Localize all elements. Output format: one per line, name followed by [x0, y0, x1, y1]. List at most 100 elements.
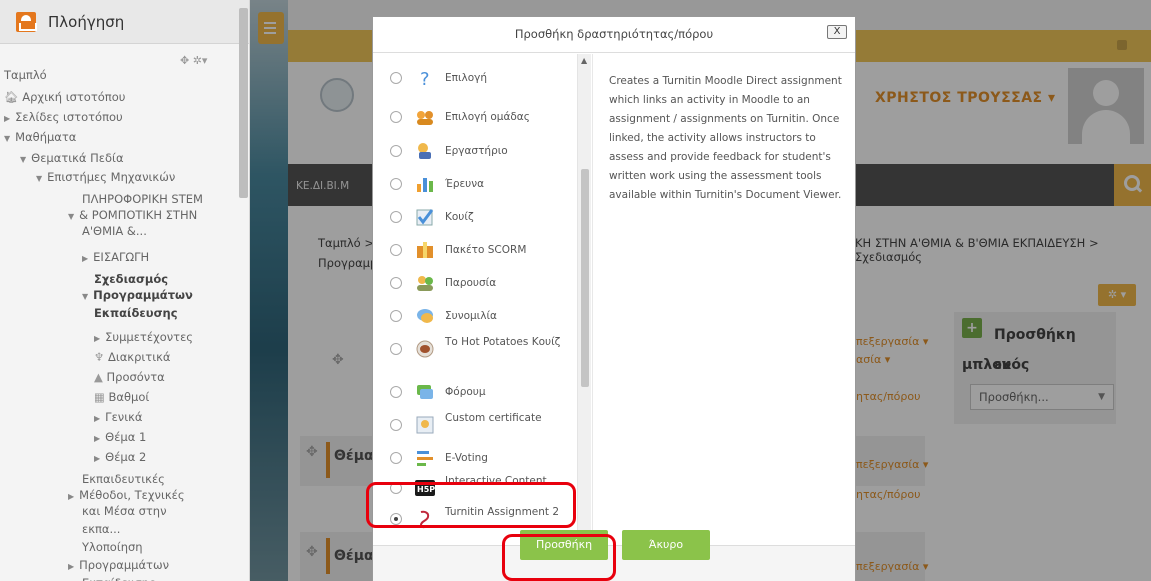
- chevron-down-icon[interactable]: ▼: [20, 155, 26, 164]
- nav-item-label: Συμμετέχοντες: [105, 330, 194, 344]
- chevron-right-icon[interactable]: ▶: [68, 492, 74, 501]
- certificate-icon: [415, 415, 435, 435]
- nav-item-label: & ΡΟΜΠΟΤΙΚΗ ΣΤΗΝ: [79, 208, 198, 222]
- activity-option[interactable]: ? Επιλογή: [373, 62, 577, 94]
- nav-item[interactable]: ΠΛΗΡΟΦΟΡΙΚΗ STEM: [82, 192, 203, 206]
- option-radio[interactable]: [390, 452, 402, 464]
- navigation-icon: [16, 11, 37, 32]
- nav-item[interactable]: ▶ Προγραμμάτων: [68, 558, 169, 574]
- nav-item[interactable]: εκπα...: [82, 522, 120, 536]
- activity-option[interactable]: Custom certificate: [373, 409, 577, 441]
- nav-item[interactable]: Υλοποίηση: [82, 540, 143, 554]
- nav-item[interactable]: ▶ ΕΙΣΑΓΩΓΗ: [82, 250, 149, 266]
- option-radio[interactable]: [390, 178, 402, 190]
- chevron-right-icon[interactable]: ▶: [68, 562, 74, 571]
- nav-item[interactable]: ▶ Συμμετέχοντες: [94, 330, 193, 346]
- option-radio[interactable]: [390, 343, 402, 355]
- scorm-icon: [415, 240, 435, 260]
- nav-glyph-icon: ♆: [94, 350, 108, 364]
- attendance-icon: [415, 273, 435, 293]
- option-radio[interactable]: [390, 386, 402, 398]
- nav-item[interactable]: ▶ Μέθοδοι, Τεχνικές: [68, 488, 185, 504]
- scrollbar-thumb[interactable]: [581, 169, 589, 387]
- nav-item-label: Αρχική ιστοτόπου: [22, 90, 126, 104]
- nav-item[interactable]: ▶ Θέμα 1: [94, 430, 146, 446]
- option-radio[interactable]: [390, 310, 402, 322]
- nav-item[interactable]: ▼ & ΡΟΜΠΟΤΙΚΗ ΣΤΗΝ: [68, 208, 197, 224]
- nav-item[interactable]: Α'ΘΜΙΑ &...: [82, 224, 147, 238]
- close-button[interactable]: X: [827, 25, 847, 39]
- drawer-title: Πλοήγηση: [48, 12, 125, 31]
- chevron-right-icon[interactable]: ▶: [4, 114, 10, 123]
- nav-item-label: Υλοποίηση: [82, 540, 143, 554]
- nav-item[interactable]: Εκπαίδευσης: [82, 576, 156, 581]
- nav-item[interactable]: 🏠︎ Αρχική ιστοτόπου: [4, 90, 125, 104]
- chevron-right-icon[interactable]: ▶: [94, 434, 100, 443]
- hotpot-icon: [415, 339, 435, 359]
- nav-item[interactable]: ▼ Επιστήμες Μηχανικών: [36, 170, 175, 186]
- chevron-right-icon[interactable]: ▶: [94, 414, 100, 423]
- activity-option[interactable]: Φόρουμ: [373, 376, 577, 408]
- nav-item-label: ΕΙΣΑΓΩΓΗ: [93, 250, 150, 264]
- chevron-down-icon[interactable]: ▼: [4, 134, 10, 143]
- chat-icon: [415, 306, 435, 326]
- nav-item[interactable]: Ταμπλό: [4, 68, 47, 82]
- nav-item-label: Διακριτικά: [107, 350, 171, 364]
- nav-item[interactable]: και Μέσα στην: [82, 504, 167, 518]
- scroll-up-icon[interactable]: ▲: [581, 56, 587, 65]
- nav-item[interactable]: Εκπαιδευτικές: [82, 472, 165, 486]
- activity-option[interactable]: Πακέτο SCORM: [373, 234, 577, 266]
- nav-item-label: και Μέσα στην: [82, 504, 167, 518]
- option-radio[interactable]: [390, 419, 402, 431]
- chevron-down-icon[interactable]: ▼: [36, 174, 42, 183]
- option-radio[interactable]: [390, 145, 402, 157]
- nav-item[interactable]: Σχεδιασμός: [94, 272, 168, 286]
- cancel-button[interactable]: Άκυρο: [622, 530, 710, 560]
- activity-option[interactable]: E-Voting: [373, 442, 577, 474]
- chevron-down-icon[interactable]: ▼: [82, 292, 88, 301]
- option-radio[interactable]: [390, 277, 402, 289]
- nav-item[interactable]: ▶ Γενικά: [94, 410, 142, 426]
- block-actions-icon[interactable]: ✥ ✲▾: [180, 54, 207, 67]
- chevron-down-icon[interactable]: ▼: [68, 212, 74, 221]
- activity-option[interactable]: Κουίζ: [373, 201, 577, 233]
- chevron-right-icon[interactable]: ▶: [82, 254, 88, 263]
- nav-item[interactable]: ♆ Διακριτικά: [94, 350, 170, 364]
- nav-item[interactable]: ▼ Θεματικά Πεδία: [20, 151, 124, 167]
- activity-option[interactable]: Συνομιλία: [373, 300, 577, 332]
- drawer-scrollbar[interactable]: [239, 8, 248, 198]
- activity-options-list: ? Επιλογή Επιλογή ομάδας Εργαστήριο Έρευνα Κο…: [373, 54, 591, 552]
- nav-glyph-icon: 🏠︎: [4, 90, 23, 104]
- nav-item-label: Εκπαίδευσης: [82, 576, 156, 581]
- nav-item[interactable]: ▲ Προσόντα: [94, 370, 165, 384]
- highlight-annotation: [502, 534, 616, 581]
- option-radio[interactable]: [390, 244, 402, 256]
- survey-icon: [415, 174, 435, 194]
- activity-option[interactable]: Εργαστήριο: [373, 135, 577, 167]
- nav-item-label: Θεματικά Πεδία: [31, 151, 124, 165]
- nav-item-label: Α'ΘΜΙΑ &...: [82, 224, 147, 238]
- nav-item-label: Βαθμοί: [108, 390, 150, 404]
- dialog-title: Προσθήκη δραστηριότητας/πόρου: [514, 27, 714, 41]
- nav-item[interactable]: ▶ Σελίδες ιστοτόπου: [4, 110, 123, 126]
- nav-item[interactable]: ▼ Μαθήματα: [4, 130, 76, 146]
- activity-option[interactable]: Έρευνα: [373, 168, 577, 200]
- option-radio[interactable]: [390, 111, 402, 123]
- nav-item[interactable]: ▼ Προγραμμάτων: [82, 288, 193, 304]
- activity-option[interactable]: Επιλογή ομάδας: [373, 101, 577, 133]
- activity-option[interactable]: Παρουσία: [373, 267, 577, 299]
- option-label: Το Hot Potatoes Κουίζ: [445, 336, 561, 348]
- options-scrollbar[interactable]: ▲ ▼: [577, 54, 591, 552]
- nav-item[interactable]: ▶ Θέμα 2: [94, 450, 146, 466]
- activity-option[interactable]: Το Hot Potatoes Κουίζ: [373, 333, 577, 365]
- nav-item-label: Επιστήμες Μηχανικών: [47, 170, 176, 184]
- nav-item[interactable]: ▦ Βαθμοί: [94, 390, 149, 404]
- option-radio[interactable]: [390, 72, 402, 84]
- forum-icon: [415, 382, 435, 402]
- nav-item-label: Ταμπλό: [4, 68, 47, 82]
- chevron-right-icon[interactable]: ▶: [94, 334, 100, 343]
- group-icon: [415, 107, 435, 127]
- chevron-right-icon[interactable]: ▶: [94, 454, 100, 463]
- option-radio[interactable]: [390, 211, 402, 223]
- nav-item[interactable]: Εκπαίδευσης: [94, 306, 178, 320]
